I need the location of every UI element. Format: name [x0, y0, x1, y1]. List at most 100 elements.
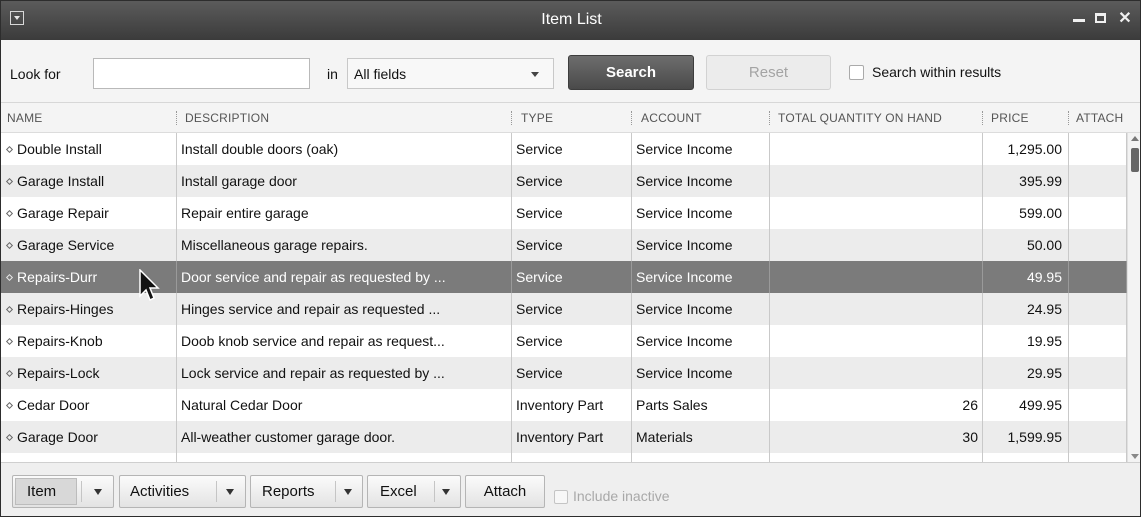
diamond-bullet-icon — [5, 401, 14, 410]
excel-menu-button[interactable]: Excel — [367, 475, 461, 508]
column-divider[interactable] — [982, 111, 983, 125]
column-header-name[interactable]: NAME — [7, 103, 42, 133]
quantity-cell — [770, 229, 983, 261]
maximize-icon[interactable] — [1090, 7, 1112, 31]
attach-cell[interactable] — [1069, 389, 1127, 421]
look-for-label: Look for — [10, 66, 61, 82]
name-cell — [1, 453, 177, 462]
search-toolbar: Look for in All fields Search Reset Sear… — [1, 40, 1140, 103]
table-row[interactable]: Repairs-Knob Doob knob service and repai… — [1, 325, 1127, 357]
column-divider[interactable] — [631, 111, 632, 125]
item-table: NAME DESCRIPTION TYPE ACCOUNT TOTAL QUAN… — [1, 103, 1140, 462]
attach-cell[interactable] — [1069, 229, 1127, 261]
quantity-cell — [770, 133, 983, 165]
button-separator — [216, 481, 217, 502]
type-cell: Service — [512, 165, 632, 197]
chevron-down-icon[interactable] — [344, 489, 352, 495]
type-cell: Service — [512, 325, 632, 357]
attach-cell[interactable] — [1069, 261, 1127, 293]
table-header: NAME DESCRIPTION TYPE ACCOUNT TOTAL QUAN… — [1, 103, 1140, 133]
column-divider[interactable] — [1068, 111, 1069, 125]
quantity-cell: 26 — [770, 389, 983, 421]
price-cell — [983, 453, 1069, 462]
account-cell — [632, 453, 770, 462]
price-cell: 19.95 — [983, 325, 1069, 357]
account-cell: Service Income — [632, 357, 770, 389]
scrollbar-thumb[interactable] — [1131, 148, 1139, 172]
type-cell: Service — [512, 197, 632, 229]
attach-cell[interactable] — [1069, 421, 1127, 453]
attach-button[interactable]: Attach — [465, 475, 545, 508]
column-divider[interactable] — [176, 111, 177, 125]
attach-cell[interactable] — [1069, 357, 1127, 389]
description-cell: Natural Cedar Door — [177, 389, 512, 421]
column-divider[interactable] — [769, 111, 770, 125]
close-icon[interactable]: ✕ — [1114, 7, 1136, 31]
column-header-quantity[interactable]: TOTAL QUANTITY ON HAND — [778, 103, 942, 133]
item-name: Repairs-Lock — [17, 365, 100, 381]
price-cell: 50.00 — [983, 229, 1069, 261]
price-cell: 49.95 — [983, 261, 1069, 293]
diamond-bullet-icon — [5, 177, 14, 186]
column-header-description[interactable]: DESCRIPTION — [185, 103, 269, 133]
attach-cell[interactable] — [1069, 165, 1127, 197]
attach-cell[interactable] — [1069, 197, 1127, 229]
diamond-bullet-icon — [5, 273, 14, 282]
attach-cell[interactable] — [1069, 453, 1127, 462]
column-divider[interactable] — [511, 111, 512, 125]
description-cell: Repair entire garage — [177, 197, 512, 229]
item-name: Repairs-Hinges — [17, 301, 114, 317]
in-label: in — [327, 66, 338, 82]
price-cell: 1,599.95 — [983, 421, 1069, 453]
table-row[interactable]: Double Install Install double doors (oak… — [1, 133, 1127, 165]
account-cell: Service Income — [632, 165, 770, 197]
table-row[interactable]: Garage Door All-weather customer garage … — [1, 421, 1127, 453]
chevron-down-icon[interactable] — [226, 489, 234, 495]
bottom-toolbar: Item Activities Reports Excel Attach Inc… — [1, 462, 1140, 516]
table-row-empty[interactable] — [1, 453, 1127, 462]
search-within-results-checkbox[interactable] — [849, 65, 864, 80]
table-row[interactable]: Repairs-Lock Lock service and repair as … — [1, 357, 1127, 389]
type-cell: Service — [512, 261, 632, 293]
look-for-input[interactable] — [93, 58, 310, 89]
reports-menu-button[interactable]: Reports — [250, 475, 363, 508]
include-inactive-checkbox[interactable] — [554, 490, 568, 504]
account-cell: Materials — [632, 421, 770, 453]
reset-button[interactable]: Reset — [706, 55, 831, 90]
search-button[interactable]: Search — [568, 55, 694, 90]
table-row[interactable]: Repairs-Hinges Hinges service and repair… — [1, 293, 1127, 325]
minimize-icon[interactable] — [1068, 7, 1090, 31]
diamond-bullet-icon — [5, 305, 14, 314]
account-cell: Parts Sales — [632, 389, 770, 421]
table-row[interactable]: Garage Install Install garage door Servi… — [1, 165, 1127, 197]
account-cell: Service Income — [632, 229, 770, 261]
item-menu-button[interactable]: Item — [12, 475, 114, 508]
reports-button-label: Reports — [262, 483, 315, 500]
attach-cell[interactable] — [1069, 293, 1127, 325]
diamond-bullet-icon — [5, 433, 14, 442]
column-header-type[interactable]: TYPE — [521, 103, 553, 133]
scroll-up-icon[interactable] — [1131, 136, 1139, 141]
column-header-account[interactable]: ACCOUNT — [641, 103, 702, 133]
vertical-scrollbar[interactable] — [1127, 133, 1140, 462]
column-header-attach[interactable]: ATTACH — [1076, 103, 1123, 133]
search-field-value: All fields — [354, 66, 407, 82]
activities-menu-button[interactable]: Activities — [119, 475, 246, 508]
attach-cell[interactable] — [1069, 133, 1127, 165]
name-cell: Repairs-Knob — [1, 325, 177, 357]
table-row[interactable]: Cedar Door Natural Cedar Door Inventory … — [1, 389, 1127, 421]
account-cell: Service Income — [632, 133, 770, 165]
table-row[interactable]: Garage Service Miscellaneous garage repa… — [1, 229, 1127, 261]
chevron-down-icon[interactable] — [442, 489, 450, 495]
search-field-select[interactable]: All fields — [347, 58, 554, 89]
name-cell: Double Install — [1, 133, 177, 165]
column-header-price[interactable]: PRICE — [991, 103, 1029, 133]
scroll-down-icon[interactable] — [1131, 454, 1139, 459]
chevron-down-icon[interactable] — [94, 489, 102, 495]
title-bar[interactable]: Item List ✕ — [1, 1, 1140, 40]
table-row[interactable]: Garage Repair Repair entire garage Servi… — [1, 197, 1127, 229]
table-row-selected[interactable]: Repairs-Durr Door service and repair as … — [1, 261, 1127, 293]
account-cell: Service Income — [632, 293, 770, 325]
attach-cell[interactable] — [1069, 325, 1127, 357]
name-cell: Repairs-Hinges — [1, 293, 177, 325]
